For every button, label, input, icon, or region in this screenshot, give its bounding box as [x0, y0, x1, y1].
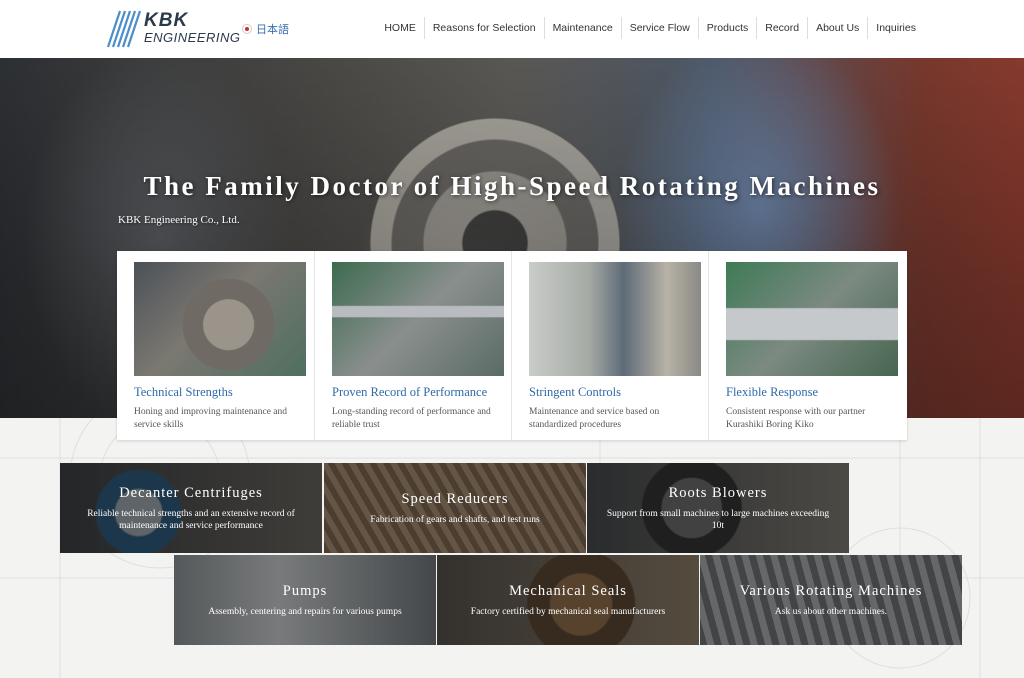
language-switch[interactable]: 日本語 — [242, 21, 289, 37]
feature-title: Flexible Response — [726, 385, 819, 399]
feature-card-controls[interactable]: Stringent Controls Maintenance and servi… — [511, 251, 708, 440]
main-nav: HOME Reasons for Selection Maintenance S… — [376, 17, 924, 39]
service-desc: Factory certified by mechanical seal man… — [470, 606, 666, 617]
service-title: Mechanical Seals — [509, 582, 627, 599]
nav-inquiries[interactable]: Inquiries — [867, 17, 924, 39]
feature-cards: Technical Strengths Honing and improving… — [117, 251, 907, 440]
feature-desc: Maintenance and service based on standar… — [529, 407, 660, 430]
hero-subtitle: KBK Engineering Co., Ltd. — [118, 214, 240, 226]
service-mechanical-seals[interactable]: Mechanical Seals Factory certified by me… — [437, 555, 699, 645]
nav-service-flow[interactable]: Service Flow — [620, 17, 698, 39]
service-title: Decanter Centrifuges — [119, 484, 263, 501]
nav-home[interactable]: HOME — [376, 17, 424, 39]
service-desc: Reliable technical strengths and an exte… — [87, 508, 295, 531]
nav-reasons[interactable]: Reasons for Selection — [423, 17, 544, 39]
feature-card-technical[interactable]: Technical Strengths Honing and improving… — [117, 251, 314, 440]
hero-title: The Family Doctor of High-Speed Rotating… — [143, 171, 881, 201]
logo-stripes-icon — [106, 10, 142, 48]
japan-flag-icon — [242, 24, 252, 34]
nav-about-us[interactable]: About Us — [807, 17, 867, 39]
logo-kbk-text: KBK — [144, 10, 189, 31]
service-title: Roots Blowers — [668, 484, 768, 501]
service-desc: Ask us about other machines. — [774, 606, 888, 617]
feature-card-flexible[interactable]: Flexible Response Consistent response wi… — [708, 251, 905, 440]
feature-desc: Long-standing record of performance and … — [332, 407, 491, 430]
logo-engineering-text: ENGINEERING — [144, 30, 241, 45]
feature-card-record[interactable]: Proven Record of Performance Long-standi… — [314, 251, 511, 440]
site-header: KBK ENGINEERING 日本語 HOME Reasons for Sel… — [0, 0, 1024, 58]
service-various-rotating-machines[interactable]: Various Rotating Machines Ask us about o… — [700, 555, 962, 645]
language-label: 日本語 — [256, 24, 289, 36]
feature-title: Stringent Controls — [529, 385, 622, 399]
nav-record[interactable]: Record — [756, 17, 807, 39]
service-title: Various Rotating Machines — [739, 582, 923, 599]
company-logo[interactable]: KBK ENGINEERING — [106, 8, 240, 50]
service-title: Pumps — [282, 582, 328, 599]
stringent-controls-photo — [529, 262, 701, 376]
service-speed-reducers[interactable]: Speed Reducers Fabrication of gears and … — [324, 463, 586, 553]
nav-products[interactable]: Products — [697, 17, 756, 39]
proven-record-photo — [332, 262, 504, 376]
service-title: Speed Reducers — [401, 490, 509, 507]
service-decanter-centrifuges[interactable]: Decanter Centrifuges Reliable technical … — [60, 463, 322, 553]
flexible-response-photo — [726, 262, 898, 376]
technical-strengths-photo — [134, 262, 306, 376]
nav-maintenance[interactable]: Maintenance — [543, 17, 621, 39]
feature-title: Technical Strengths — [134, 385, 233, 399]
service-desc: Assembly, centering and repairs for vari… — [208, 606, 402, 617]
service-roots-blowers[interactable]: Roots Blowers Support from small machine… — [587, 463, 849, 553]
feature-desc: Honing and improving maintenance and ser… — [134, 407, 288, 430]
service-pumps[interactable]: Pumps Assembly, centering and repairs fo… — [174, 555, 436, 645]
service-desc: Support from small machines to large mac… — [606, 508, 830, 531]
service-desc: Fabrication of gears and shafts, and tes… — [370, 514, 540, 525]
feature-title: Proven Record of Performance — [332, 385, 488, 399]
feature-desc: Consistent response with our partner Kur… — [726, 407, 866, 430]
